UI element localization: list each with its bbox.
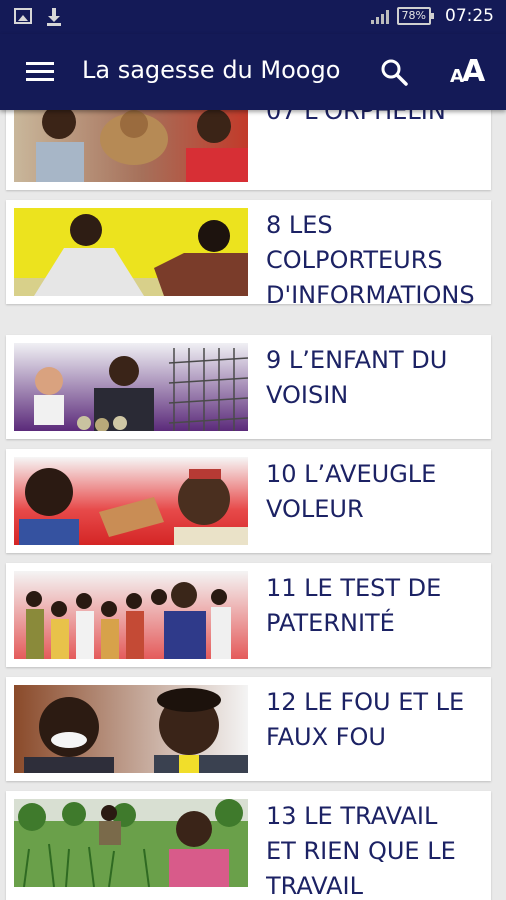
- episode-thumbnail: [14, 799, 248, 887]
- episode-title: 12 LE FOU ET LE FAUX FOU: [266, 688, 465, 751]
- episode-card[interactable]: 9 L’ENFANT DU VOISIN: [6, 335, 491, 439]
- episode-thumbnail: [14, 571, 248, 659]
- episode-thumbnail: [14, 110, 248, 182]
- episode-card[interactable]: 12 LE FOU ET LE FAUX FOU: [6, 677, 491, 781]
- episode-card[interactable]: 11 LE TEST DE PATERNITÉ: [6, 563, 491, 667]
- episode-thumbnail: [14, 343, 248, 431]
- episode-thumbnail: [14, 685, 248, 773]
- episode-list[interactable]: 07 L'ORPHELIN 8 LES COLPORTEURS D'INFORM…: [0, 110, 506, 900]
- signal-icon: [370, 8, 389, 24]
- episode-thumbnail: [14, 208, 248, 296]
- episode-title: 13 LE TRAVAIL ET RIEN QUE LE TRAVAIL: [266, 802, 456, 900]
- battery-icon: 78%: [396, 7, 435, 25]
- episode-title: 8 LES COLPORTEURS D'INFORMATIONS: [266, 211, 475, 304]
- episode-title: 9 L’ENFANT DU VOISIN: [266, 346, 448, 409]
- episode-thumbnail: [14, 457, 248, 545]
- episode-card[interactable]: 07 L'ORPHELIN: [6, 110, 491, 190]
- app-title: La sagesse du Moogo: [82, 56, 341, 84]
- status-bar: 78% 07:25: [0, 0, 506, 34]
- download-icon: [47, 8, 61, 26]
- app-bar: La sagesse du Moogo A A: [0, 34, 506, 110]
- menu-icon[interactable]: [26, 62, 54, 82]
- episode-title: 10 L’AVEUGLE VOLEUR: [266, 460, 437, 523]
- font-size-icon[interactable]: A A: [450, 52, 490, 89]
- episode-card[interactable]: 13 LE TRAVAIL ET RIEN QUE LE TRAVAIL: [6, 791, 491, 900]
- episode-card[interactable]: 10 L’AVEUGLE VOLEUR: [6, 449, 491, 553]
- episode-title: 07 L'ORPHELIN: [266, 110, 446, 125]
- episode-card[interactable]: 8 LES COLPORTEURS D'INFORMATIONS: [6, 200, 491, 304]
- search-icon[interactable]: [380, 58, 408, 86]
- clock: 07:25: [445, 6, 494, 26]
- episode-title: 11 LE TEST DE PATERNITÉ: [266, 574, 442, 637]
- image-icon: [14, 8, 32, 24]
